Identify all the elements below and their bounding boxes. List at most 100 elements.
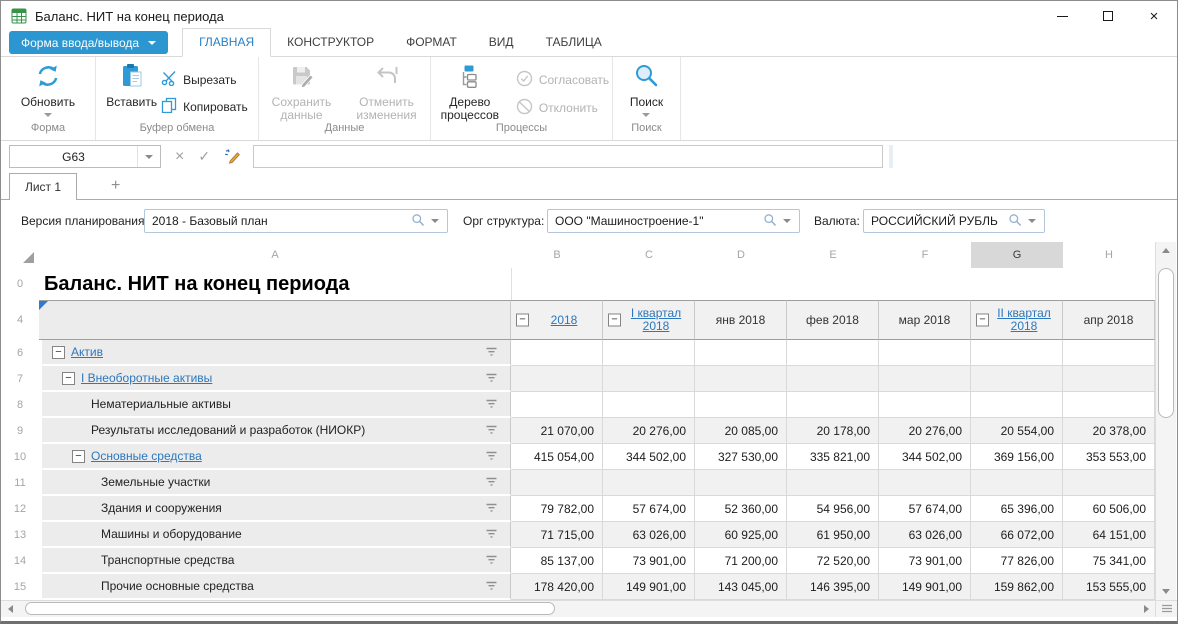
scroll-up-button[interactable]: [1156, 242, 1176, 259]
column-header-F[interactable]: F: [879, 242, 971, 268]
row-label-cell[interactable]: Транспортные средства: [39, 548, 511, 574]
cell-a4[interactable]: [39, 300, 511, 340]
horizontal-scroll-thumb[interactable]: [25, 602, 555, 615]
cancel-entry-icon[interactable]: ×: [175, 149, 184, 165]
value-cell[interactable]: 85 137,00: [511, 548, 603, 574]
value-cell[interactable]: 20 276,00: [603, 418, 695, 444]
value-cell[interactable]: [603, 340, 695, 366]
reject-button[interactable]: Отклонить: [516, 98, 598, 118]
value-cell[interactable]: 149 901,00: [603, 574, 695, 600]
tab-glavnaya[interactable]: ГЛАВНАЯ: [182, 28, 271, 57]
value-cell[interactable]: 72 520,00: [787, 548, 879, 574]
row-label-cell[interactable]: Нематериальные активы: [39, 392, 511, 418]
search-icon[interactable]: [411, 213, 425, 230]
value-cell[interactable]: 63 026,00: [603, 522, 695, 548]
value-cell[interactable]: 21 070,00: [511, 418, 603, 444]
value-cell[interactable]: [1063, 470, 1155, 496]
row-header-7[interactable]: 7: [1, 366, 39, 392]
chevron-down-icon[interactable]: [431, 219, 439, 223]
value-cell[interactable]: 149 901,00: [879, 574, 971, 600]
value-cell[interactable]: [787, 392, 879, 418]
filter-funnel-icon[interactable]: [485, 425, 498, 436]
value-cell[interactable]: [603, 392, 695, 418]
row-label[interactable]: Основные средства: [91, 449, 202, 463]
filter-funnel-icon[interactable]: [485, 555, 498, 566]
collapse-icon[interactable]: −: [72, 450, 85, 463]
save-data-button[interactable]: Сохранить данные: [267, 62, 337, 122]
row-label-cell[interactable]: −Основные средства: [39, 444, 511, 470]
collapse-icon[interactable]: −: [976, 314, 989, 327]
refresh-button[interactable]: Обновить: [21, 62, 75, 117]
tab-konstruktor[interactable]: КОНСТРУКТОР: [271, 29, 390, 56]
value-cell[interactable]: [511, 340, 603, 366]
value-cell[interactable]: [879, 366, 971, 392]
filter-funnel-icon[interactable]: [485, 477, 498, 488]
filter-funnel-icon[interactable]: [485, 347, 498, 358]
value-cell[interactable]: 159 862,00: [971, 574, 1063, 600]
filter-funnel-icon[interactable]: [485, 581, 498, 592]
maximize-button[interactable]: [1085, 1, 1131, 31]
value-cell[interactable]: [1063, 340, 1155, 366]
period-header-label[interactable]: 2018: [551, 314, 578, 327]
tab-format[interactable]: ФОРМАТ: [390, 29, 473, 56]
add-sheet-button[interactable]: +: [103, 178, 128, 199]
value-cell[interactable]: 327 530,00: [695, 444, 787, 470]
row-label-cell[interactable]: −Актив: [39, 340, 511, 366]
value-cell[interactable]: 344 502,00: [603, 444, 695, 470]
select-all-corner[interactable]: [1, 242, 39, 268]
period-header-cell[interactable]: мар 2018: [879, 300, 971, 340]
row-label-cell[interactable]: Здания и сооружения: [39, 496, 511, 522]
row-header-12[interactable]: 12: [1, 496, 39, 522]
cut-button[interactable]: Вырезать: [161, 70, 236, 89]
period-header-cell[interactable]: −2018: [511, 300, 603, 340]
undo-changes-button[interactable]: Отменить изменения: [351, 62, 423, 122]
value-cell[interactable]: [879, 470, 971, 496]
sheet-tab-list1[interactable]: Лист 1: [9, 173, 77, 200]
value-cell[interactable]: [695, 392, 787, 418]
value-cell[interactable]: 77 826,00: [971, 548, 1063, 574]
row-header-8[interactable]: 8: [1, 392, 39, 418]
value-cell[interactable]: 335 821,00: [787, 444, 879, 470]
row-header-0[interactable]: 0: [1, 268, 39, 300]
copy-button[interactable]: Копировать: [161, 97, 248, 116]
value-cell[interactable]: [971, 340, 1063, 366]
value-cell[interactable]: 73 901,00: [603, 548, 695, 574]
value-cell[interactable]: 61 950,00: [787, 522, 879, 548]
formula-input[interactable]: [253, 145, 883, 168]
search-button[interactable]: Поиск: [630, 62, 663, 117]
row-label-cell[interactable]: Результаты исследований и разработок (НИ…: [39, 418, 511, 444]
value-cell[interactable]: 146 395,00: [787, 574, 879, 600]
value-cell[interactable]: [695, 470, 787, 496]
close-button[interactable]: ×: [1131, 1, 1177, 31]
column-header-B[interactable]: B: [511, 242, 603, 268]
paste-button[interactable]: Вставить: [106, 62, 157, 109]
row-label[interactable]: I Внеоборотные активы: [81, 371, 212, 385]
currency-filter-field[interactable]: РОССИЙСКИЙ РУБЛЬ: [863, 209, 1045, 233]
value-cell[interactable]: 153 555,00: [1063, 574, 1155, 600]
value-cell[interactable]: 57 674,00: [879, 496, 971, 522]
search-icon[interactable]: [763, 213, 777, 230]
value-cell[interactable]: 178 420,00: [511, 574, 603, 600]
version-filter-field[interactable]: 2018 - Базовый план: [144, 209, 448, 233]
scroll-down-button[interactable]: [1156, 583, 1176, 600]
value-cell[interactable]: [787, 366, 879, 392]
value-cell[interactable]: 20 378,00: [1063, 418, 1155, 444]
value-cell[interactable]: 71 715,00: [511, 522, 603, 548]
value-cell[interactable]: [879, 392, 971, 418]
period-header-label[interactable]: II квартал 2018: [991, 307, 1057, 333]
column-header-H[interactable]: H: [1063, 242, 1155, 268]
value-cell[interactable]: 353 553,00: [1063, 444, 1155, 470]
filter-funnel-icon[interactable]: [485, 399, 498, 410]
value-cell[interactable]: 60 506,00: [1063, 496, 1155, 522]
value-cell[interactable]: 20 085,00: [695, 418, 787, 444]
value-cell[interactable]: [511, 366, 603, 392]
column-header-G[interactable]: G: [971, 242, 1063, 268]
value-cell[interactable]: 20 554,00: [971, 418, 1063, 444]
chevron-down-icon[interactable]: [783, 219, 791, 223]
period-header-cell[interactable]: −II квартал 2018: [971, 300, 1063, 340]
period-header-cell[interactable]: −I квартал 2018: [603, 300, 695, 340]
row-label-cell[interactable]: Земельные участки: [39, 470, 511, 496]
filter-funnel-icon[interactable]: [485, 503, 498, 514]
value-cell[interactable]: 344 502,00: [879, 444, 971, 470]
confirm-entry-icon[interactable]: ✓: [198, 148, 210, 165]
